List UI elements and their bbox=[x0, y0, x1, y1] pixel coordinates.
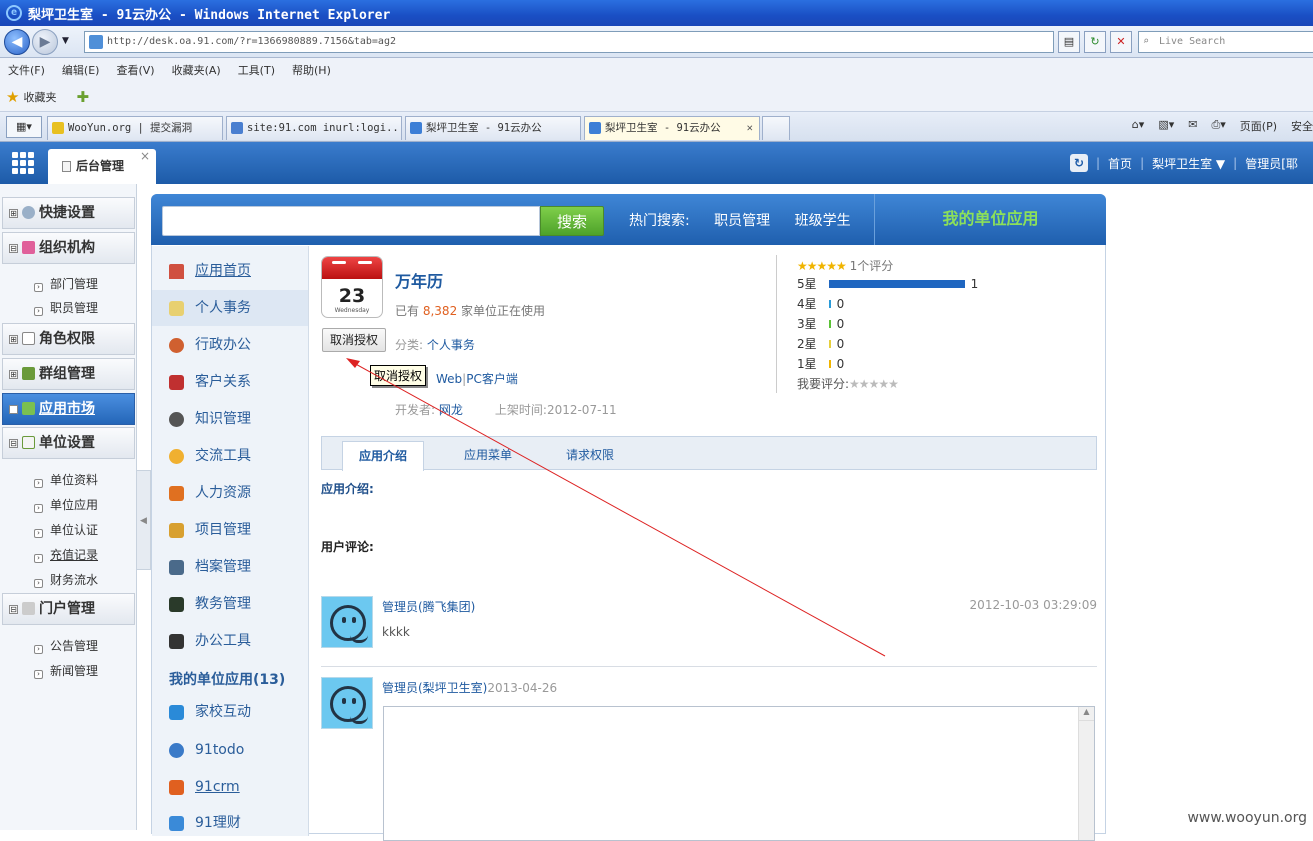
watermark: www.wooyun.org bbox=[1187, 810, 1307, 826]
annotation-arrow bbox=[346, 358, 886, 657]
